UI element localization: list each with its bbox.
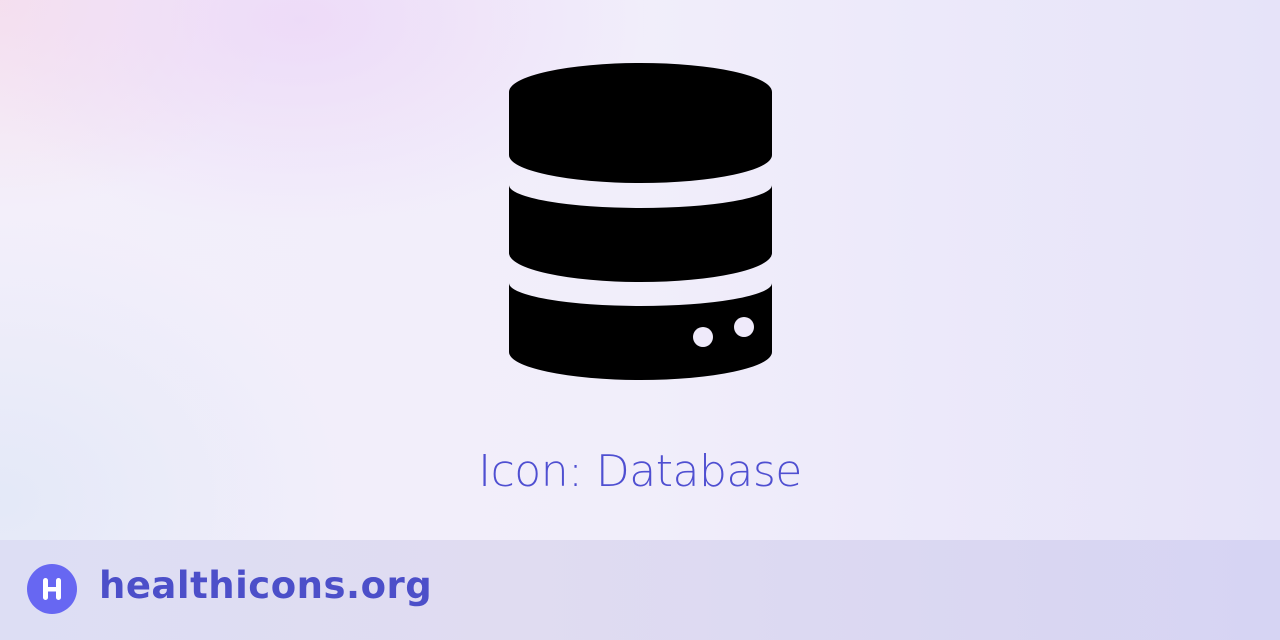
- database-indicator-dot: [693, 327, 713, 347]
- h-logo-icon: [43, 578, 61, 600]
- database-middle-disk: [509, 185, 772, 282]
- database-top-disk: [509, 63, 772, 184]
- database-indicator-dot: [734, 317, 754, 337]
- footer: healthicons.org: [0, 540, 1280, 640]
- database-bottom-disk: [509, 283, 772, 381]
- icon-title: Icon: Database: [478, 446, 802, 497]
- site-link[interactable]: healthicons.org: [99, 564, 432, 607]
- healthicons-logo[interactable]: [27, 564, 77, 614]
